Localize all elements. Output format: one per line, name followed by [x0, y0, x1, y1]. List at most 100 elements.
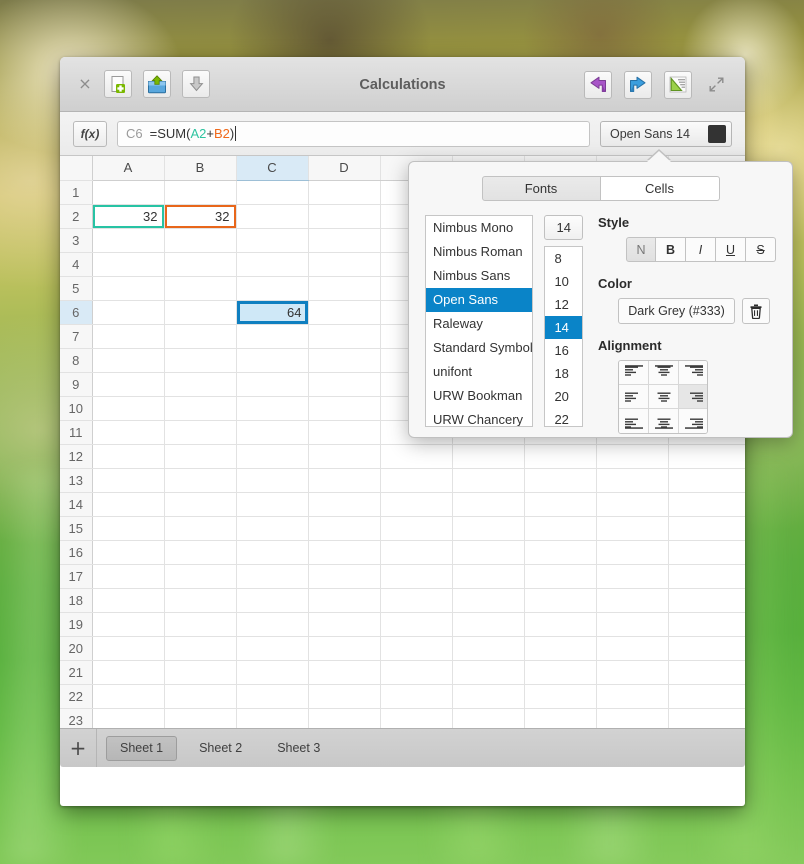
font-list-item-7[interactable]: URW Bookman: [426, 384, 532, 408]
cell-H17[interactable]: [596, 564, 669, 589]
cell-F14[interactable]: [452, 492, 525, 517]
font-list-item-8[interactable]: URW Chancery: [426, 408, 532, 426]
row-header-1[interactable]: 1: [60, 180, 93, 205]
cell-B4[interactable]: [164, 252, 237, 277]
open-folder-button[interactable]: [143, 70, 171, 98]
column-header-a[interactable]: A: [92, 156, 165, 181]
row-header-2[interactable]: 2: [60, 204, 93, 229]
cell-A19[interactable]: [92, 612, 165, 637]
cell-B17[interactable]: [164, 564, 237, 589]
style-underline-button[interactable]: U: [716, 237, 746, 262]
cell-B5[interactable]: [164, 276, 237, 301]
color-value-field[interactable]: Dark Grey (#333): [618, 298, 735, 324]
cell-E20[interactable]: [380, 636, 453, 661]
cell-B18[interactable]: [164, 588, 237, 613]
cell-A12[interactable]: [92, 444, 165, 469]
cell-B6[interactable]: [164, 300, 237, 325]
cell-G17[interactable]: [524, 564, 597, 589]
cell-A2[interactable]: 32: [92, 204, 165, 229]
cell-B9[interactable]: [164, 372, 237, 397]
font-color-swatch[interactable]: [708, 124, 726, 143]
cell-E19[interactable]: [380, 612, 453, 637]
cell-G18[interactable]: [524, 588, 597, 613]
cell-B12[interactable]: [164, 444, 237, 469]
cell-H15[interactable]: [596, 516, 669, 541]
maximize-button[interactable]: [704, 73, 728, 97]
cell-H12[interactable]: [596, 444, 669, 469]
cell-F17[interactable]: [452, 564, 525, 589]
cell-A1[interactable]: [92, 180, 165, 205]
cell-B3[interactable]: [164, 228, 237, 253]
sheet-tab-2[interactable]: Sheet 2: [186, 736, 255, 761]
cell-A7[interactable]: [92, 324, 165, 349]
cell-C4[interactable]: [236, 252, 309, 277]
cell-B2[interactable]: 32: [164, 204, 237, 229]
redo-button[interactable]: [624, 70, 652, 99]
cell-B21[interactable]: [164, 660, 237, 685]
cell-overflow-16[interactable]: [668, 540, 745, 565]
align-bottom-center[interactable]: [649, 409, 679, 433]
cell-E12[interactable]: [380, 444, 453, 469]
cell-B8[interactable]: [164, 348, 237, 373]
cell-C13[interactable]: [236, 468, 309, 493]
cell-C2[interactable]: [236, 204, 309, 229]
cell-E17[interactable]: [380, 564, 453, 589]
font-size-item-1[interactable]: 10: [545, 270, 582, 293]
row-header-21[interactable]: 21: [60, 660, 93, 685]
cell-H19[interactable]: [596, 612, 669, 637]
cell-G16[interactable]: [524, 540, 597, 565]
cell-overflow-13[interactable]: [668, 468, 745, 493]
font-size-item-5[interactable]: 18: [545, 362, 582, 385]
cell-F18[interactable]: [452, 588, 525, 613]
cell-H21[interactable]: [596, 660, 669, 685]
cell-E14[interactable]: [380, 492, 453, 517]
cell-A15[interactable]: [92, 516, 165, 541]
cell-E13[interactable]: [380, 468, 453, 493]
align-middle-center[interactable]: [649, 385, 679, 409]
cell-C12[interactable]: [236, 444, 309, 469]
row-header-3[interactable]: 3: [60, 228, 93, 253]
cell-C6[interactable]: 64: [236, 300, 309, 325]
cell-H14[interactable]: [596, 492, 669, 517]
column-header-b[interactable]: B: [164, 156, 237, 181]
cell-F20[interactable]: [452, 636, 525, 661]
cell-E21[interactable]: [380, 660, 453, 685]
row-header-8[interactable]: 8: [60, 348, 93, 373]
cell-overflow-12[interactable]: [668, 444, 745, 469]
undo-button[interactable]: [584, 70, 612, 99]
style-strikethrough-button[interactable]: S: [746, 237, 776, 262]
add-sheet-button[interactable]: +: [60, 728, 97, 767]
row-header-7[interactable]: 7: [60, 324, 93, 349]
cell-A22[interactable]: [92, 684, 165, 709]
cell-C14[interactable]: [236, 492, 309, 517]
cell-overflow-15[interactable]: [668, 516, 745, 541]
cell-D1[interactable]: [308, 180, 381, 205]
cell-D15[interactable]: [308, 516, 381, 541]
cell-overflow-20[interactable]: [668, 636, 745, 661]
cell-A20[interactable]: [92, 636, 165, 661]
cell-D3[interactable]: [308, 228, 381, 253]
cell-D8[interactable]: [308, 348, 381, 373]
cell-overflow-14[interactable]: [668, 492, 745, 517]
align-middle-right[interactable]: [679, 385, 707, 409]
cell-H22[interactable]: [596, 684, 669, 709]
cell-A3[interactable]: [92, 228, 165, 253]
row-header-16[interactable]: 16: [60, 540, 93, 565]
cell-overflow-19[interactable]: [668, 612, 745, 637]
cell-G12[interactable]: [524, 444, 597, 469]
cell-D14[interactable]: [308, 492, 381, 517]
new-document-button[interactable]: [104, 70, 132, 98]
cell-B7[interactable]: [164, 324, 237, 349]
cell-G22[interactable]: [524, 684, 597, 709]
font-list-item-6[interactable]: unifont: [426, 360, 532, 384]
cell-D18[interactable]: [308, 588, 381, 613]
cell-C19[interactable]: [236, 612, 309, 637]
font-family-list[interactable]: Nimbus Mono Nimbus Roman Nimbus Sans Open S…: [425, 215, 534, 427]
font-settings-button[interactable]: Open Sans 14: [600, 120, 732, 147]
cell-D13[interactable]: [308, 468, 381, 493]
cell-F12[interactable]: [452, 444, 525, 469]
row-header-19[interactable]: 19: [60, 612, 93, 637]
cell-H13[interactable]: [596, 468, 669, 493]
row-header-5[interactable]: 5: [60, 276, 93, 301]
cell-overflow-22[interactable]: [668, 684, 745, 709]
